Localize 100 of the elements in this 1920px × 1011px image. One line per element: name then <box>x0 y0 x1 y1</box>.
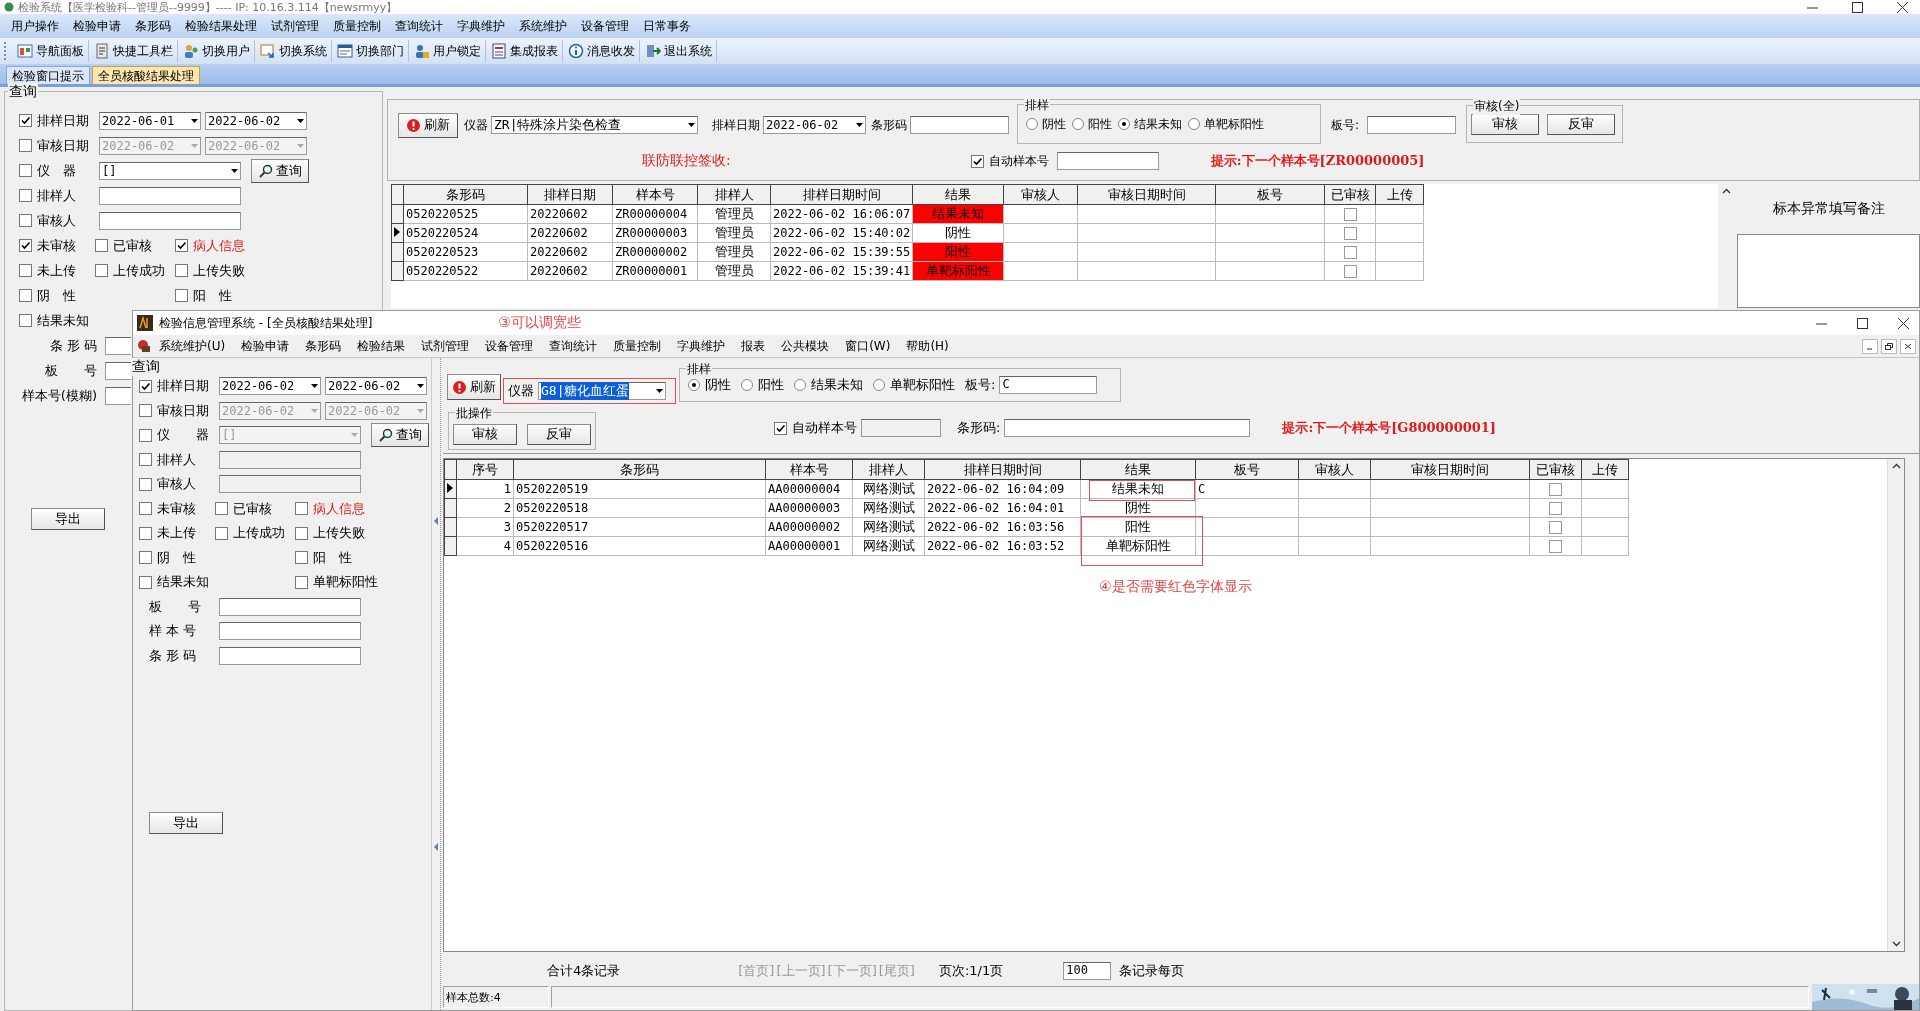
radio-button[interactable] <box>1188 118 1200 130</box>
input-field[interactable] <box>99 186 241 205</box>
column-header[interactable]: 已审核 <box>1529 459 1582 480</box>
remark-field[interactable] <box>1737 234 1920 308</box>
menu-item[interactable]: 设备管理 <box>574 17 636 35</box>
toolbar-button[interactable]: 消息收发 <box>564 40 640 62</box>
menu-item[interactable]: 公共模块 <box>773 337 838 355</box>
menu-item[interactable]: 检验结果 <box>349 337 414 355</box>
input-field[interactable] <box>1056 152 1159 170</box>
close-icon[interactable] <box>1897 1 1908 13</box>
checkbox[interactable] <box>1343 246 1357 259</box>
toolbar-button[interactable]: 快捷工具栏 <box>90 40 178 62</box>
search-button[interactable]: 查询 <box>371 423 429 448</box>
tab[interactable]: 检验窗口提示 <box>6 66 90 84</box>
batch-button[interactable]: 反审 <box>527 423 591 445</box>
checkbox[interactable] <box>19 114 32 127</box>
checkbox[interactable] <box>1343 227 1357 240</box>
checkbox[interactable] <box>139 551 152 565</box>
scrollbar[interactable] <box>1887 459 1904 951</box>
refresh-button[interactable]: 刷新 <box>398 112 458 138</box>
input-field[interactable] <box>861 419 941 437</box>
restore-icon[interactable] <box>1881 338 1897 354</box>
checkbox[interactable] <box>175 289 188 302</box>
column-header[interactable]: 审核日期时间 <box>1077 184 1216 205</box>
input-field[interactable] <box>1004 419 1251 437</box>
maximize-icon[interactable] <box>1857 317 1868 329</box>
toolbar-button[interactable]: 用户锁定 <box>410 40 486 62</box>
menu-item[interactable]: 条形码 <box>128 17 178 35</box>
column-header[interactable]: 板号 <box>1195 459 1299 480</box>
column-header[interactable]: 条形码 <box>403 184 528 205</box>
menu-item[interactable]: 窗口(W) <box>837 337 899 355</box>
maximize-icon[interactable] <box>1852 1 1863 13</box>
input-field[interactable] <box>1367 116 1457 134</box>
checkbox[interactable] <box>1343 265 1357 278</box>
checkbox[interactable] <box>1549 521 1562 534</box>
column-header[interactable]: 板号 <box>1215 184 1325 205</box>
search-button[interactable]: 查询 <box>251 158 309 183</box>
checkbox[interactable] <box>1343 208 1357 221</box>
menu-item[interactable]: 报表 <box>733 337 774 355</box>
checkbox[interactable] <box>19 214 32 227</box>
checkbox[interactable] <box>175 239 188 252</box>
dropdown[interactable]: 2022-06-01 <box>99 111 201 130</box>
close-icon[interactable] <box>1898 317 1909 329</box>
input-field[interactable]: C <box>999 376 1098 394</box>
radio-button[interactable] <box>1072 118 1084 130</box>
dropdown[interactable]: G8|糖化血红蛋 <box>538 382 666 400</box>
radio-button[interactable] <box>794 379 806 391</box>
toolbar-button[interactable]: 切换系统 <box>256 40 332 62</box>
scroll-down-icon[interactable] <box>1891 941 1901 947</box>
column-header[interactable]: 审核日期时间 <box>1370 459 1530 480</box>
input-field[interactable] <box>219 646 361 665</box>
checkbox[interactable] <box>139 575 152 589</box>
checkbox[interactable] <box>95 239 108 252</box>
menu-item[interactable]: 查询统计 <box>541 337 606 355</box>
checkbox[interactable] <box>295 575 308 589</box>
column-header[interactable]: 审核人 <box>1298 459 1371 480</box>
dropdown[interactable]: ZR|特殊涂片染色检查 <box>491 116 698 134</box>
toolbar-button[interactable]: 导航面板 <box>13 40 89 62</box>
menu-item[interactable]: 检验结果处理 <box>178 17 264 35</box>
checkbox[interactable] <box>1549 540 1562 553</box>
collapse-arrow-icon[interactable] <box>434 517 438 525</box>
dropdown[interactable]: 2022-06-02 <box>219 377 321 396</box>
column-header[interactable]: 排样人 <box>697 184 771 205</box>
column-header[interactable]: 样本号 <box>612 184 698 205</box>
audit-button[interactable]: 审核 <box>1471 113 1540 135</box>
checkbox[interactable] <box>139 379 152 393</box>
radio-button[interactable] <box>741 379 753 391</box>
checkbox[interactable] <box>139 502 152 516</box>
menu-item[interactable]: 用户操作 <box>4 17 66 35</box>
column-header[interactable]: 上传 <box>1581 459 1629 480</box>
scroll-up-icon[interactable] <box>1891 463 1901 469</box>
toolbar-button[interactable]: 切换用户 <box>179 40 255 62</box>
input-field[interactable]: 100 <box>1063 962 1112 980</box>
checkbox[interactable] <box>970 154 984 168</box>
column-header[interactable]: 排样日期时间 <box>770 184 913 205</box>
input-field[interactable] <box>99 211 241 230</box>
menu-item[interactable]: 字典维护 <box>669 337 734 355</box>
export-button[interactable]: 导出 <box>149 812 223 834</box>
column-header[interactable]: 排样日期时间 <box>924 459 1081 480</box>
checkbox[interactable] <box>95 264 108 277</box>
checkbox[interactable] <box>19 264 32 277</box>
menu-item[interactable]: 系统维护 <box>512 17 574 35</box>
refresh-button[interactable]: 刷新 <box>447 374 501 400</box>
checkbox[interactable] <box>295 502 308 516</box>
export-button[interactable]: 导出 <box>31 508 105 530</box>
checkbox[interactable] <box>139 526 152 540</box>
radio-button[interactable] <box>873 379 885 391</box>
column-header[interactable]: 已审核 <box>1324 184 1376 205</box>
menu-item[interactable]: 字典维护 <box>450 17 512 35</box>
checkbox[interactable] <box>19 164 32 177</box>
menu-item[interactable]: 检验申请 <box>66 17 128 35</box>
column-header[interactable]: 样本号 <box>765 459 853 480</box>
input-field[interactable] <box>105 361 131 380</box>
row-indicator[interactable] <box>391 204 404 224</box>
input-field[interactable] <box>219 622 361 641</box>
radio-button[interactable] <box>1026 118 1038 130</box>
batch-button[interactable]: 审核 <box>453 423 517 445</box>
menu-item[interactable]: 帮助(H) <box>898 337 957 355</box>
column-header[interactable]: 结果 <box>1080 459 1196 480</box>
checkbox[interactable] <box>175 264 188 277</box>
